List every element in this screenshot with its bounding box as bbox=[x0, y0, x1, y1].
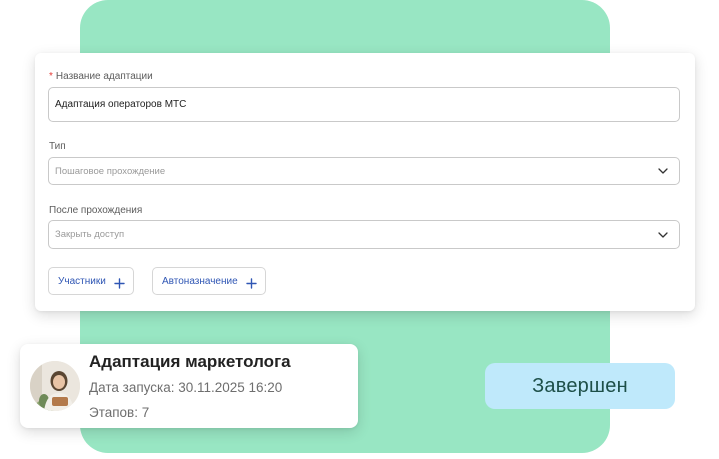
adaptation-name-value: Адаптация операторов МТС bbox=[55, 99, 187, 110]
plus-icon bbox=[114, 276, 125, 289]
chevron-down-icon bbox=[657, 229, 669, 241]
after-completion-field-label: После прохождения bbox=[49, 205, 143, 216]
adaptation-form-card: * Название адаптации Адаптация операторов… bbox=[35, 53, 695, 311]
course-title: Адаптация маркетолога bbox=[89, 352, 291, 371]
name-field-label-text: Название адаптации bbox=[55, 71, 153, 82]
adaptation-name-input[interactable]: Адаптация операторов МТС bbox=[48, 87, 680, 122]
after-completion-select-placeholder: Закрыть доступ bbox=[55, 229, 125, 240]
add-autoassign-button[interactable]: Автоназначение bbox=[152, 267, 266, 295]
stage: * Название адаптации Адаптация операторов… bbox=[0, 0, 719, 459]
required-marker: * bbox=[49, 71, 53, 82]
plus-icon bbox=[245, 276, 257, 289]
type-select[interactable]: Пошаговое прохождение bbox=[48, 157, 680, 185]
stages-count: Этапов: 7 bbox=[89, 405, 150, 420]
status-badge-label: Завершен bbox=[532, 374, 628, 397]
type-select-placeholder: Пошаговое прохождение bbox=[55, 165, 166, 177]
launch-date: Дата запуска: 30.11.2025 16:20 bbox=[89, 380, 283, 395]
add-autoassign-label: Автоназначение bbox=[162, 275, 238, 287]
avatar bbox=[30, 361, 80, 411]
add-participants-button[interactable]: Участники bbox=[48, 267, 134, 295]
status-badge: Завершен bbox=[485, 363, 675, 409]
chevron-down-icon bbox=[657, 165, 669, 177]
adaptation-course-card[interactable]: Адаптация маркетолога Дата запуска: 30.1… bbox=[20, 344, 358, 428]
type-field-label: Тип bbox=[49, 141, 66, 152]
name-field-label: * Название адаптации bbox=[49, 71, 153, 82]
avatar-photo bbox=[30, 361, 80, 411]
after-completion-select[interactable]: Закрыть доступ bbox=[48, 220, 680, 249]
add-participants-label: Участники bbox=[58, 275, 106, 287]
